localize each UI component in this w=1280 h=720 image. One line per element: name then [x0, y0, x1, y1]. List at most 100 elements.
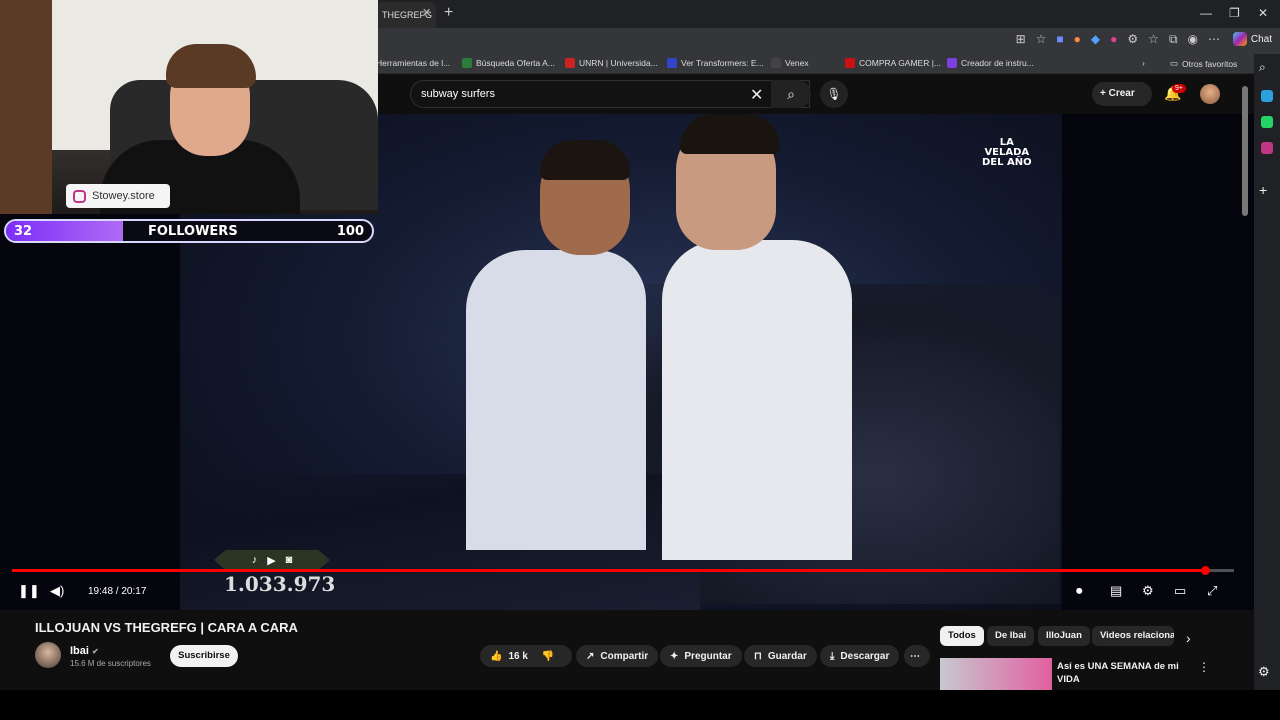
close-window-icon[interactable]: ✕: [1258, 6, 1268, 20]
more-vertical-icon[interactable]: ⋮: [1198, 660, 1210, 674]
fullscreen-icon[interactable]: ⤢: [1207, 583, 1217, 599]
followers-current: 32: [14, 224, 33, 239]
more-icon[interactable]: ⋯: [1208, 32, 1220, 47]
folder-icon: ▭: [1170, 58, 1179, 68]
share-label: Compartir: [600, 650, 649, 662]
subscribe-button[interactable]: Suscribirse: [170, 645, 238, 667]
search-query: subway surfers: [421, 88, 495, 100]
settings-icon[interactable]: ⚙: [1142, 583, 1154, 599]
chip-all[interactable]: Todos: [940, 626, 984, 646]
account-avatar[interactable]: [1200, 84, 1220, 104]
bookmark-icon: [462, 58, 472, 68]
whatsapp-icon[interactable]: [1261, 116, 1273, 128]
like-dislike-group: 👍 16 k 👎: [480, 645, 572, 667]
captions-icon[interactable]: ▤: [1110, 583, 1122, 599]
search-button[interactable]: ⌕: [771, 80, 811, 108]
video-person-right-hair: [680, 114, 780, 154]
chevron-right-icon[interactable]: ›: [1142, 58, 1145, 68]
progress-scrubber[interactable]: [1200, 566, 1210, 575]
theater-mode-icon[interactable]: ▭: [1174, 583, 1186, 599]
twitch-icon: ◙: [285, 554, 293, 566]
extension-icon[interactable]: ◆: [1091, 32, 1100, 47]
chat-button[interactable]: Chat: [1232, 32, 1272, 46]
subscriber-count: 15.6 M de suscriptores: [70, 659, 151, 668]
dislike-icon[interactable]: 👎: [542, 651, 554, 662]
instagram-icon: [73, 189, 86, 203]
channel-name[interactable]: Ibai ✔: [70, 645, 99, 657]
save-button[interactable]: ⊓ Guardar: [744, 645, 817, 667]
bookmark-item[interactable]: Herramientas de l...: [376, 58, 450, 68]
social-counter: 1.033.973: [224, 572, 336, 596]
download-button[interactable]: ⤓ Descargar: [820, 645, 900, 667]
save-label: Guardar: [767, 650, 807, 662]
more-actions-button[interactable]: ⋯: [904, 645, 930, 667]
sparkle-icon: ✦: [670, 650, 679, 662]
download-icon: ⤓: [830, 650, 835, 662]
bookmark-icon: [845, 58, 855, 68]
recommendation-thumbnail[interactable]: [940, 658, 1052, 690]
video-title: ILLOJUAN VS THEGREFG | CARA A CARA: [35, 620, 298, 635]
extension-icon[interactable]: ●: [1110, 32, 1117, 47]
bookmark-label: Creador de instru...: [961, 58, 1034, 68]
instagram-icon[interactable]: [1261, 142, 1273, 154]
bookmark-icon: [771, 58, 781, 68]
scrollbar[interactable]: [1242, 86, 1248, 216]
bookmark-item[interactable]: Ver Transformers: E...: [667, 58, 764, 68]
profile-icon[interactable]: ◉: [1188, 32, 1198, 47]
recommendation-title[interactable]: Así es UNA SEMANA de mi VIDA: [1057, 660, 1187, 686]
webcam-overlay: [0, 0, 378, 214]
chevron-right-icon[interactable]: ›: [1186, 630, 1191, 646]
channel-avatar[interactable]: [35, 642, 61, 668]
progress-fill: [12, 569, 1205, 572]
ask-button[interactable]: ✦ Preguntar: [660, 645, 742, 667]
add-icon[interactable]: +: [1259, 182, 1267, 198]
followers-goal: 100: [336, 224, 364, 239]
bookmark-item[interactable]: Venex: [771, 58, 809, 68]
bookmark-item[interactable]: COMPRA GAMER |...: [845, 58, 941, 68]
other-favorites-label: Otros favoritos: [1182, 58, 1238, 69]
new-tab-icon[interactable]: +: [444, 4, 453, 22]
download-label: Descargar: [840, 650, 890, 662]
chip-related[interactable]: Videos relacionad: [1092, 626, 1174, 646]
bookmark-icon: [667, 58, 677, 68]
bookmark-item[interactable]: UNRN | Universida...: [565, 58, 658, 68]
bookmark-label: Venex: [785, 58, 809, 68]
puzzle-icon[interactable]: ⚙: [1127, 32, 1138, 47]
extension-icon[interactable]: ●: [1074, 32, 1081, 47]
share-button[interactable]: ↗ Compartir: [576, 645, 659, 667]
autoplay-toggle-icon[interactable]: ⏺: [1076, 583, 1083, 599]
telegram-icon[interactable]: [1261, 90, 1273, 102]
close-tab-icon[interactable]: ✕: [422, 6, 431, 19]
clear-search-icon[interactable]: ✕: [750, 85, 763, 105]
search-icon: ⌕: [787, 86, 795, 102]
bookmark-label: Búsqueda Oferta A...: [476, 58, 555, 68]
pause-icon[interactable]: ❚❚: [18, 583, 40, 599]
bookmark-item[interactable]: Búsqueda Oferta A...: [462, 58, 555, 68]
copilot-icon: [1232, 32, 1247, 46]
create-button[interactable]: + Crear: [1092, 82, 1152, 106]
like-icon[interactable]: 👍: [490, 651, 502, 662]
collections-icon[interactable]: ⧉: [1169, 32, 1178, 47]
app-icon[interactable]: ⊞: [1016, 32, 1026, 47]
restore-icon[interactable]: ❐: [1229, 6, 1240, 20]
verified-icon: ✔: [92, 647, 99, 656]
tiktok-icon: ♪: [251, 554, 258, 566]
streamer-hair: [166, 44, 256, 88]
voice-search-button[interactable]: 🎙: [820, 80, 848, 108]
extension-icon[interactable]: ■: [1056, 32, 1063, 47]
more-icon: ⋯: [910, 650, 920, 662]
chip-de-ibai[interactable]: De Ibai: [987, 626, 1035, 646]
favorites-icon[interactable]: ☆: [1148, 32, 1159, 47]
channel-name-label: Ibai: [70, 645, 89, 657]
volume-icon[interactable]: ◀): [50, 583, 64, 599]
create-label: Crear: [1108, 88, 1135, 99]
other-favorites[interactable]: ▭ Otros favoritos: [1170, 58, 1237, 69]
mic-icon: 🎙: [826, 87, 842, 101]
search-icon[interactable]: ⌕: [1259, 60, 1266, 75]
bookmark-item[interactable]: Creador de instru...: [947, 58, 1034, 68]
minimize-icon[interactable]: —: [1200, 6, 1212, 20]
settings-icon[interactable]: ⚙: [1258, 664, 1270, 680]
chip-illojuan[interactable]: IlloJuan: [1038, 626, 1090, 646]
star-icon[interactable]: ☆: [1036, 32, 1047, 47]
notification-badge: 9+: [1172, 84, 1186, 93]
